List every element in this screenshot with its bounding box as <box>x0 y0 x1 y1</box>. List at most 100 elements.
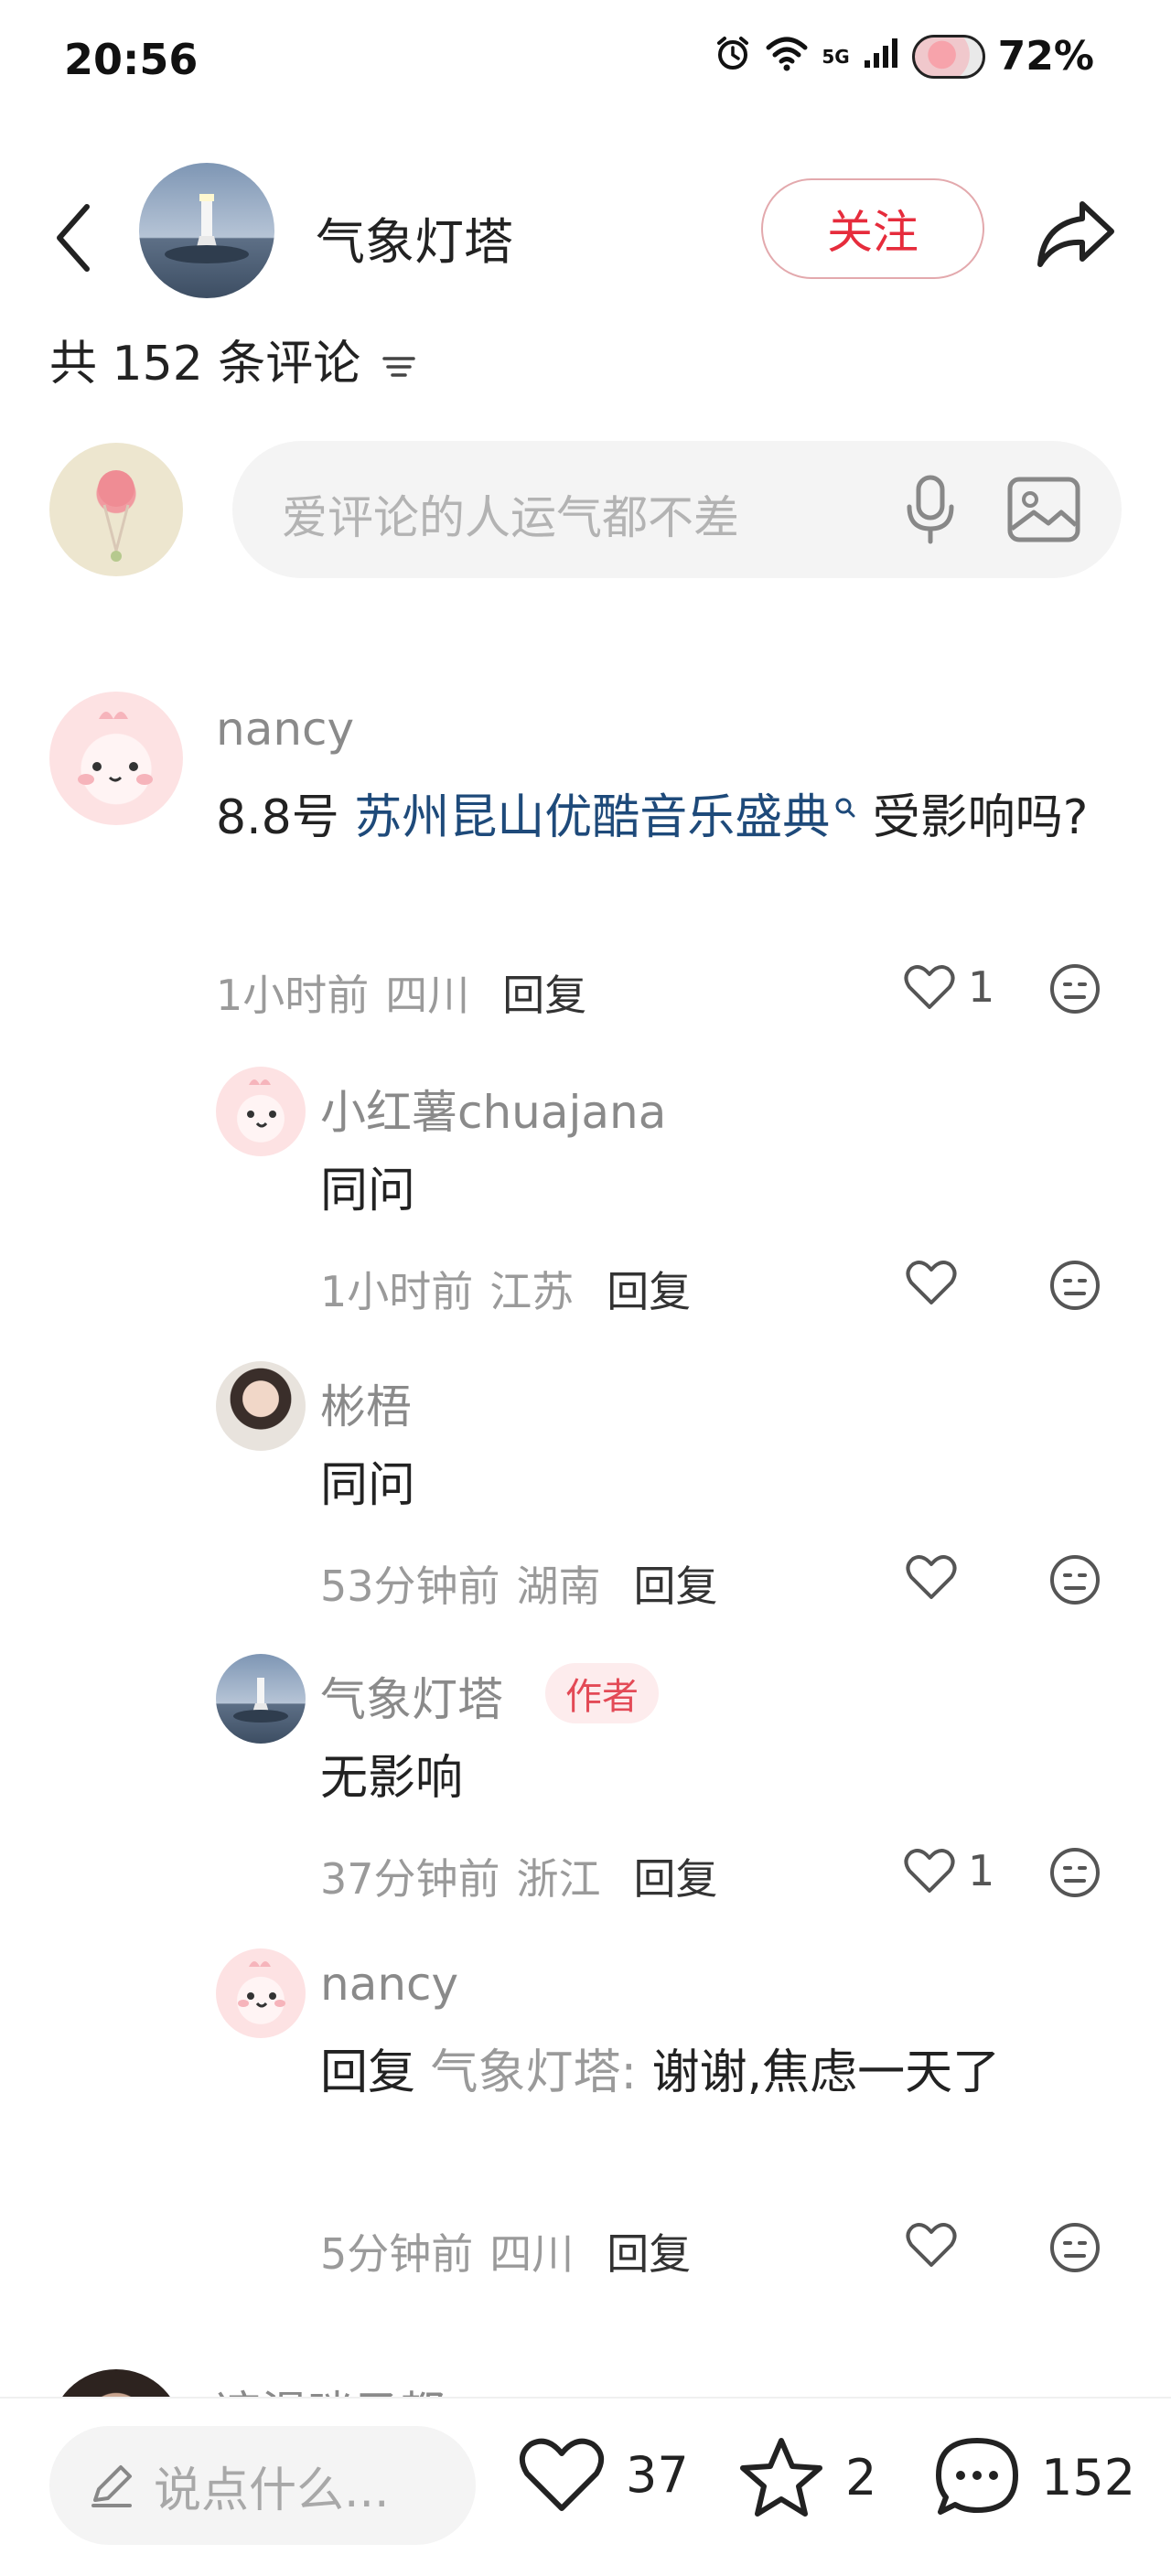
my-avatar[interactable] <box>49 443 183 576</box>
sort-icon[interactable] <box>381 341 417 378</box>
status-bar: 20:56 5G 72% <box>0 0 1171 128</box>
meh-face-icon <box>1050 1555 1100 1605</box>
meh-face-icon <box>1050 964 1100 1014</box>
reply-location: 四川 <box>489 2229 575 2279</box>
heart-icon <box>906 2223 957 2267</box>
comment-time: 1小时前 <box>216 971 370 1020</box>
dislike-button[interactable] <box>1048 1259 1101 1312</box>
author-badge: 作者 <box>545 1663 659 1723</box>
reply-button[interactable]: 回复 <box>634 1846 718 1906</box>
meh-face-icon <box>1050 1848 1100 1897</box>
status-time: 20:56 <box>64 35 199 84</box>
share-icon <box>1037 201 1114 267</box>
reply-time: 5分钟前 <box>320 2229 474 2279</box>
like-count: 1 <box>968 962 995 1012</box>
reply-button[interactable]: 回复 <box>502 962 586 1023</box>
chevron-left-icon <box>57 204 90 272</box>
heart-icon <box>519 2438 605 2511</box>
dislike-button[interactable] <box>1048 962 1101 1015</box>
reply-body: 谢谢,焦虑一天了 <box>651 2045 1001 2100</box>
status-icons: 5G 72% <box>714 33 1094 80</box>
like-button[interactable]: 1 <box>904 1846 994 1895</box>
comment-count: 共 152 条评论 <box>49 325 417 393</box>
network-type: 5G <box>822 45 850 68</box>
avatar[interactable] <box>216 1654 306 1744</box>
like-button[interactable] <box>906 2221 970 2269</box>
reply-meta: 1小时前 江苏 回复 <box>320 1259 691 1319</box>
reply-prefix: 回复 <box>320 2045 416 2100</box>
reply-location: 湖南 <box>516 1562 601 1611</box>
search-link[interactable]: 苏州昆山优酷音乐盛典 <box>354 790 830 845</box>
signal-icon <box>863 37 899 76</box>
comment-input[interactable]: 爱评论的人运气都不差 <box>232 441 1122 578</box>
avatar[interactable] <box>49 692 183 825</box>
bottom-input-placeholder: 说点什么... <box>154 2463 390 2518</box>
dislike-button[interactable] <box>1048 1553 1101 1606</box>
reply-button[interactable]: 回复 <box>634 1553 718 1614</box>
reply-author[interactable]: 气象灯塔 <box>320 1663 503 1729</box>
reply-target[interactable]: 气象灯塔: <box>431 2045 638 2100</box>
reply-author[interactable]: 彬梧 <box>320 1370 412 1436</box>
like-button[interactable]: 37 <box>518 2435 689 2514</box>
battery-percent: 72% <box>997 33 1094 80</box>
reply-time: 1小时前 <box>320 1267 474 1316</box>
heart-icon <box>904 965 955 1009</box>
account-avatar[interactable] <box>139 163 274 298</box>
star-icon <box>740 2438 822 2517</box>
comment-text: 8.8号 苏州昆山优酷音乐盛典 受影响吗? <box>216 776 1094 860</box>
dislike-button[interactable] <box>1048 1846 1101 1899</box>
reply-text: 回复 气象灯塔: 谢谢,焦虑一天了 <box>320 2031 1089 2115</box>
comment-input-placeholder: 爱评论的人运气都不差 <box>282 491 739 544</box>
microphone-icon[interactable] <box>889 468 972 551</box>
comment-count: 152 <box>1041 2448 1136 2506</box>
search-icon[interactable] <box>833 796 857 820</box>
bottom-comment-input[interactable]: 说点什么... <box>49 2426 476 2545</box>
reply-author[interactable]: 小红薯chuajana <box>320 1076 666 1142</box>
back-button[interactable] <box>37 192 110 284</box>
comment-text-prefix: 8.8号 <box>216 790 355 845</box>
reply-time: 53分钟前 <box>320 1562 500 1611</box>
follow-button[interactable]: 关注 <box>761 178 984 279</box>
alarm-icon <box>714 34 752 79</box>
image-icon[interactable] <box>1003 468 1085 551</box>
avatar[interactable] <box>216 1067 306 1156</box>
heart-icon <box>906 1555 957 1599</box>
comments-button[interactable]: 152 <box>933 2435 1135 2519</box>
comment-location: 四川 <box>385 971 470 1020</box>
account-name[interactable]: 气象灯塔 <box>316 201 513 274</box>
share-button[interactable] <box>1025 183 1125 284</box>
like-count: 1 <box>968 1846 995 1895</box>
reply-author[interactable]: nancy <box>320 1958 458 2011</box>
top-nav: 气象灯塔 关注 <box>0 156 1171 329</box>
heart-icon <box>906 1261 957 1304</box>
like-button[interactable] <box>906 1553 970 1601</box>
avatar[interactable] <box>216 1361 306 1451</box>
dislike-button[interactable] <box>1048 2221 1101 2274</box>
reply-text: 同问 <box>320 1164 416 1218</box>
star-count: 2 <box>845 2448 877 2506</box>
avatar[interactable] <box>216 1948 306 2038</box>
collect-button[interactable]: 2 <box>737 2435 876 2519</box>
comment-bubble-icon <box>936 2438 1018 2515</box>
reply-text: 无影响 <box>320 1751 464 1806</box>
reply-location: 江苏 <box>489 1267 575 1316</box>
comment-author[interactable]: nancy <box>216 703 354 756</box>
pencil-icon <box>91 2465 132 2507</box>
reply-button[interactable]: 回复 <box>607 2221 691 2281</box>
reply-meta: 37分钟前 浙江 回复 <box>320 1846 718 1906</box>
reply-meta: 53分钟前 湖南 回复 <box>320 1553 718 1614</box>
heart-icon <box>904 1849 955 1893</box>
like-count: 37 <box>626 2445 689 2504</box>
reply-button[interactable]: 回复 <box>607 1259 691 1319</box>
reply-time: 37分钟前 <box>320 1854 500 1904</box>
reply-meta: 5分钟前 四川 回复 <box>320 2221 691 2281</box>
battery-icon <box>911 34 985 79</box>
wifi-icon <box>765 35 809 78</box>
like-button[interactable] <box>906 1259 970 1306</box>
comment-count-text: 共 152 条评论 <box>49 337 361 392</box>
comment-meta: 1小时前 四川 回复 <box>216 962 586 1023</box>
like-button[interactable]: 1 <box>904 962 994 1012</box>
comment-text-suffix: 受影响吗? <box>857 790 1089 845</box>
bottom-action-bar: 说点什么... 37 2 152 <box>0 2397 1171 2576</box>
meh-face-icon <box>1050 1261 1100 1310</box>
